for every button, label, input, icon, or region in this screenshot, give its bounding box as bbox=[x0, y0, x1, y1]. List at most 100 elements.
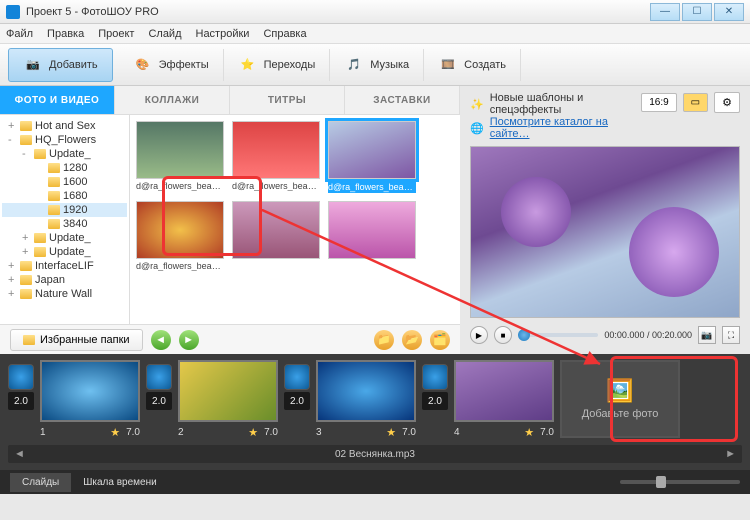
timeline-slide[interactable]: 3★7.0 bbox=[316, 360, 416, 439]
tab-photo-video[interactable]: ФОТО И ВИДЕО bbox=[0, 86, 115, 114]
transition-duration: 2.0 bbox=[8, 392, 34, 410]
effects-button[interactable]: 🎨 Эффекты bbox=[119, 49, 224, 81]
tree-item[interactable]: 1280 bbox=[2, 161, 127, 175]
thumbnail[interactable]: d@ra_flowers_beauty (47 bbox=[136, 201, 224, 271]
main-toolbar: 📷 Добавить 🎨 Эффекты ⭐ Переходы 🎵 Музыка… bbox=[0, 44, 750, 86]
footer-tab-timeline[interactable]: Шкала времени bbox=[71, 473, 168, 492]
thumbnail-grid: d@ra_flowers_beauty (33d@ra_flowers_beau… bbox=[130, 115, 460, 324]
menu-edit[interactable]: Правка bbox=[47, 28, 84, 40]
menu-settings[interactable]: Настройки bbox=[196, 28, 250, 40]
thumbnail[interactable] bbox=[232, 201, 320, 271]
timeline-slide[interactable]: 2★7.0 bbox=[178, 360, 278, 439]
tree-item[interactable]: 1920 bbox=[2, 203, 127, 217]
folder-action-2-icon[interactable]: 📂 bbox=[402, 330, 422, 350]
footer-tab-slides[interactable]: Слайды bbox=[10, 473, 71, 492]
tab-collages[interactable]: КОЛЛАЖИ bbox=[115, 86, 230, 114]
audio-prev-icon[interactable]: ◄ bbox=[8, 448, 31, 460]
slide-settings-icon[interactable]: ★ bbox=[248, 426, 258, 439]
menu-help[interactable]: Справка bbox=[263, 28, 306, 40]
slide-settings-icon[interactable]: ★ bbox=[110, 426, 120, 439]
menu-bar: Файл Правка Проект Слайд Настройки Справ… bbox=[0, 24, 750, 44]
tree-item[interactable]: 1680 bbox=[2, 189, 127, 203]
star-small-icon: ✨ bbox=[470, 98, 484, 111]
stop-button[interactable]: ■ bbox=[494, 326, 512, 344]
aspect-ratio-button[interactable]: 16:9 bbox=[641, 93, 676, 112]
transition-icon[interactable] bbox=[146, 364, 172, 390]
tree-item[interactable]: +Update_ bbox=[2, 245, 127, 259]
audio-track[interactable]: ◄ 02 Веснянка.mp3 ► bbox=[8, 445, 742, 463]
snapshot-button[interactable]: 📷 bbox=[698, 326, 716, 344]
display-mode-button[interactable]: ▭ bbox=[683, 93, 708, 112]
film-icon: 🎞️ bbox=[438, 55, 458, 75]
music-button[interactable]: 🎵 Музыка bbox=[330, 49, 424, 81]
app-icon bbox=[6, 5, 20, 19]
add-slide-placeholder[interactable]: 🖼️Добавьте фото bbox=[560, 360, 680, 438]
settings-gear-button[interactable]: ⚙ bbox=[714, 92, 740, 113]
thumbnail[interactable]: d@ra_flowers_beauty (45 bbox=[232, 121, 320, 193]
tree-item[interactable]: +Nature Wall bbox=[2, 287, 127, 301]
globe-icon: 🌐 bbox=[470, 122, 484, 135]
nav-back-icon[interactable]: ◄ bbox=[151, 330, 171, 350]
music-icon: 🎵 bbox=[344, 55, 364, 75]
minimize-button[interactable]: — bbox=[650, 3, 680, 21]
timeline-panel: 2.01★7.02.02★7.02.03★7.02.04★7.0🖼️Добавь… bbox=[0, 354, 750, 470]
add-button[interactable]: 📷 Добавить bbox=[8, 48, 113, 82]
folder-action-1-icon[interactable]: 📁 bbox=[374, 330, 394, 350]
transition-icon[interactable] bbox=[284, 364, 310, 390]
source-panel: ФОТО И ВИДЕО КОЛЛАЖИ ТИТРЫ ЗАСТАВКИ +Hot… bbox=[0, 86, 460, 354]
image-placeholder-icon: 🖼️ bbox=[606, 378, 633, 404]
star-icon: ⭐ bbox=[238, 55, 258, 75]
time-display: 00:00.000 / 00:20.000 bbox=[604, 330, 692, 340]
tree-item[interactable]: +Hot and Sex bbox=[2, 119, 127, 133]
promo-link[interactable]: Посмотрите каталог на сайте… bbox=[490, 116, 636, 140]
tree-item[interactable]: -Update_ bbox=[2, 147, 127, 161]
title-bar: Проект 5 - ФотоШОУ PRO — ☐ ✕ bbox=[0, 0, 750, 24]
transitions-button[interactable]: ⭐ Переходы bbox=[224, 49, 331, 81]
preview-viewport bbox=[470, 146, 740, 318]
window-title: Проект 5 - ФотоШОУ PRO bbox=[26, 6, 650, 18]
transition-icon[interactable] bbox=[422, 364, 448, 390]
transition-duration: 2.0 bbox=[422, 392, 448, 410]
transition-icon[interactable] bbox=[8, 364, 34, 390]
audio-file-name: 02 Веснянка.mp3 bbox=[31, 449, 719, 460]
slide-settings-icon[interactable]: ★ bbox=[386, 426, 396, 439]
preview-panel: ✨ Новые шаблоны и спецэффекты 🌐 Посмотрите… bbox=[460, 86, 750, 354]
folder-tree[interactable]: +Hot and Sex-HQ_Flowers-Update_128016001… bbox=[0, 115, 130, 324]
create-button[interactable]: 🎞️ Создать bbox=[424, 49, 521, 81]
timeline-slide[interactable]: 4★7.0 bbox=[454, 360, 554, 439]
folder-icon bbox=[23, 335, 35, 345]
maximize-button[interactable]: ☐ bbox=[682, 3, 712, 21]
promo-text: Новые шаблоны и спецэффекты bbox=[490, 92, 636, 116]
footer-tabs: Слайды Шкала времени bbox=[0, 470, 750, 494]
menu-project[interactable]: Проект bbox=[98, 28, 134, 40]
play-button[interactable]: ▶ bbox=[470, 326, 488, 344]
tree-item[interactable]: 1600 bbox=[2, 175, 127, 189]
tree-item[interactable]: +Update_ bbox=[2, 231, 127, 245]
gear-icon: ⚙ bbox=[722, 97, 732, 109]
thumbnail[interactable]: d@ra_flowers_beauty (33 bbox=[136, 121, 224, 193]
tab-screensavers[interactable]: ЗАСТАВКИ bbox=[345, 86, 460, 114]
tree-item[interactable]: +Japan bbox=[2, 273, 127, 287]
camera-icon: 📷 bbox=[23, 55, 43, 75]
tree-item[interactable]: +InterfaceLIF bbox=[2, 259, 127, 273]
timeline-slide[interactable]: 1★7.0 bbox=[40, 360, 140, 439]
transition-duration: 2.0 bbox=[284, 392, 310, 410]
close-button[interactable]: ✕ bbox=[714, 3, 744, 21]
nav-forward-icon[interactable]: ► bbox=[179, 330, 199, 350]
palette-icon: 🎨 bbox=[133, 55, 153, 75]
zoom-slider[interactable] bbox=[620, 480, 740, 484]
menu-file[interactable]: Файл bbox=[6, 28, 33, 40]
thumbnail[interactable]: d@ra_flowers_beauty (46… bbox=[328, 121, 416, 193]
folder-action-3-icon[interactable]: 🗂️ bbox=[430, 330, 450, 350]
tree-item[interactable]: -HQ_Flowers bbox=[2, 133, 127, 147]
menu-slide[interactable]: Слайд bbox=[148, 28, 181, 40]
tab-titles[interactable]: ТИТРЫ bbox=[230, 86, 345, 114]
thumbnail[interactable] bbox=[328, 201, 416, 271]
audio-next-icon[interactable]: ► bbox=[719, 448, 742, 460]
slide-settings-icon[interactable]: ★ bbox=[524, 426, 534, 439]
fullscreen-button[interactable]: ⛶ bbox=[722, 326, 740, 344]
favorites-button[interactable]: Избранные папки bbox=[10, 329, 143, 351]
seek-bar[interactable] bbox=[518, 333, 598, 337]
tree-item[interactable]: 3840 bbox=[2, 217, 127, 231]
seek-handle[interactable] bbox=[518, 329, 530, 341]
